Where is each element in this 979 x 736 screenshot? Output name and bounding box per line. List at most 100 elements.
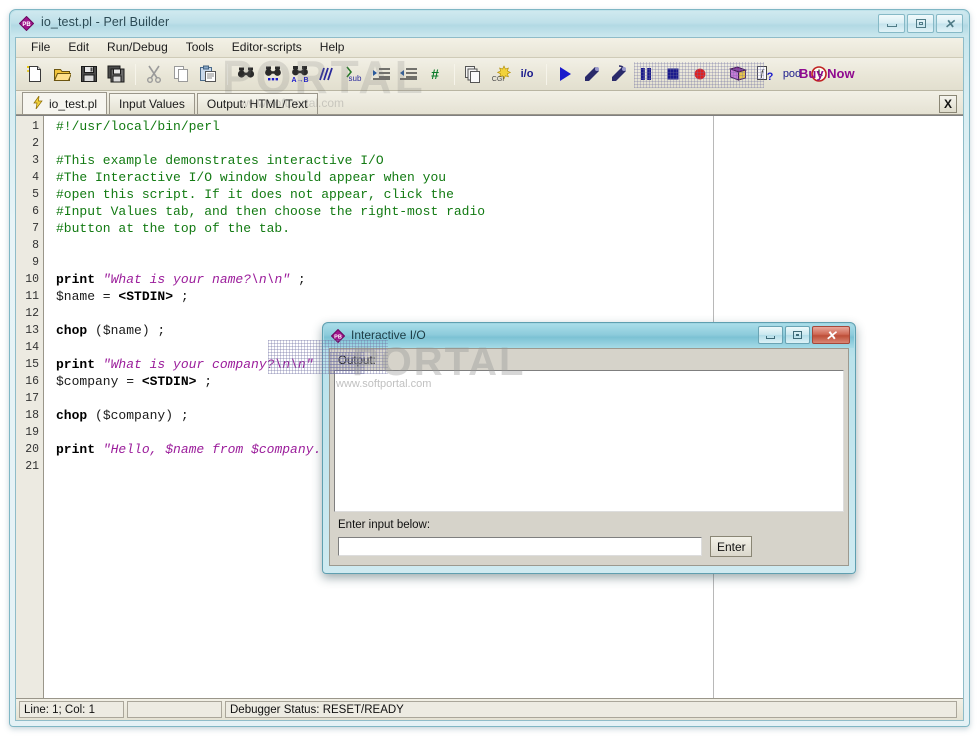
menu-run-debug[interactable]: Run/Debug: [98, 38, 177, 57]
menu-tools[interactable]: Tools: [177, 38, 223, 57]
line-number: 4: [32, 171, 39, 184]
dialog-maximize-button[interactable]: [785, 326, 810, 344]
code-token: "What is your company?\n\n": [102, 357, 314, 372]
find-icon[interactable]: [233, 61, 259, 87]
dialog-title: Interactive I/O: [351, 328, 426, 342]
tab-input-values[interactable]: Input Values: [109, 93, 195, 114]
maximize-button[interactable]: [907, 14, 934, 33]
perl-builder-icon: PB: [330, 328, 346, 344]
code-line: #The Interactive I/O window should appea…: [56, 169, 963, 186]
buy-now-link[interactable]: Buy Now: [799, 66, 855, 81]
indent-icon[interactable]: [368, 61, 394, 87]
line-number: 13: [25, 324, 39, 337]
window-title: io_test.pl - Perl Builder: [41, 15, 170, 29]
svg-text:sub: sub: [349, 74, 362, 83]
code-token: ($company) ;: [95, 408, 189, 423]
input-field[interactable]: [338, 537, 702, 556]
line-number: 14: [25, 341, 39, 354]
comment-icon[interactable]: [314, 61, 340, 87]
outdent-icon[interactable]: [395, 61, 421, 87]
menu-edit[interactable]: Edit: [59, 38, 98, 57]
stop-icon[interactable]: [660, 61, 686, 87]
duplicate-icon[interactable]: [460, 61, 486, 87]
perl-builder-icon: PB: [18, 15, 35, 32]
open-file-icon[interactable]: [49, 61, 75, 87]
line-number: 16: [25, 375, 39, 388]
output-text-area[interactable]: [334, 370, 844, 512]
copy-icon[interactable]: [168, 61, 194, 87]
record-breakpoint-icon[interactable]: [687, 61, 713, 87]
window-controls: ✕: [878, 14, 963, 33]
debugger-status: Debugger Status: RESET/READY: [225, 701, 957, 718]
menu-file[interactable]: File: [22, 38, 59, 57]
new-file-icon[interactable]: [22, 61, 48, 87]
line-number-gutter: 1 2 3 4 5 6 7 8 9 10 11 12 13 14 15 16 17 18 19 20 21: [16, 116, 44, 698]
run-icon[interactable]: [552, 61, 578, 87]
step-over-icon[interactable]: [579, 61, 605, 87]
code-token: ($name) ;: [95, 323, 166, 338]
tab-strip: io_test.pl Input Values Output: HTML/Tex…: [16, 91, 963, 115]
svg-text:PB: PB: [334, 335, 342, 341]
code-token: chop: [56, 323, 96, 338]
menu-help[interactable]: Help: [311, 38, 354, 57]
separator-5: [719, 63, 720, 85]
code-line: #This example demonstrates interactive I…: [56, 152, 963, 169]
pause-icon[interactable]: [633, 61, 659, 87]
code-line: print "What is your name?\n\n" ;: [56, 271, 963, 288]
save-all-icon[interactable]: [103, 61, 129, 87]
code-token: "What is your name?\n\n": [102, 272, 291, 287]
separator-2: [227, 63, 228, 85]
replace-icon[interactable]: A→B: [287, 61, 313, 87]
tab-close-button[interactable]: X: [939, 95, 957, 113]
find-next-icon[interactable]: [260, 61, 286, 87]
input-label: Enter input below:: [338, 519, 431, 531]
step-into-icon[interactable]: [606, 61, 632, 87]
code-token: print: [56, 442, 103, 457]
code-token: print: [56, 357, 103, 372]
enter-button[interactable]: Enter: [710, 536, 752, 557]
line-number: 12: [25, 307, 39, 320]
toolbar: A→B sub # CGI i/o f ? pod Buy Now: [16, 58, 963, 91]
interactive-io-dialog: PB Interactive I/O ✕ Output: Enter input…: [322, 322, 856, 574]
minimize-button[interactable]: [878, 14, 905, 33]
menu-editor-scripts[interactable]: Editor-scripts: [223, 38, 311, 57]
code-line: #!/usr/local/bin/perl: [56, 118, 963, 135]
function-help-icon[interactable]: f?: [752, 61, 778, 87]
help-book-icon[interactable]: [725, 61, 751, 87]
tab-output-html-text[interactable]: Output: HTML/Text: [196, 93, 318, 114]
output-label: Output:: [334, 353, 844, 370]
cut-icon[interactable]: [141, 61, 167, 87]
insert-sub-icon[interactable]: sub: [341, 61, 367, 87]
line-numbers-icon[interactable]: #: [422, 61, 448, 87]
close-button[interactable]: ✕: [936, 14, 963, 33]
line-number: 9: [32, 256, 39, 269]
code-token: <STDIN>: [141, 374, 197, 389]
paste-icon[interactable]: [195, 61, 221, 87]
title-bar[interactable]: PB io_test.pl - Perl Builder ✕: [11, 11, 968, 37]
code-token: <STDIN>: [118, 289, 174, 304]
line-number: 7: [32, 222, 39, 235]
code-token: $name =: [56, 289, 119, 304]
line-number: 21: [25, 460, 39, 473]
dialog-body: Output: Enter input below: Enter: [329, 348, 849, 566]
dialog-title-bar[interactable]: PB Interactive I/O ✕: [324, 324, 854, 348]
status-panel-empty: [127, 701, 222, 718]
dialog-minimize-button[interactable]: [758, 326, 783, 344]
separator-3: [454, 63, 455, 85]
code-line: #open this script. If it does not appear…: [56, 186, 963, 203]
cgi-wizard-icon[interactable]: CGI: [487, 61, 513, 87]
code-line: #button at the top of the tab.: [56, 220, 963, 237]
line-number: 19: [25, 426, 39, 439]
tab-io-test-pl[interactable]: io_test.pl: [22, 92, 108, 114]
code-token: #button at the top of the tab.: [56, 221, 291, 236]
svg-text:CGI: CGI: [492, 76, 505, 83]
code-token: ;: [290, 272, 306, 287]
tab-label: Input Values: [119, 97, 185, 111]
lightning-icon: [32, 94, 44, 112]
io-window-icon[interactable]: i/o: [514, 61, 540, 87]
save-file-icon[interactable]: [76, 61, 102, 87]
line-number: 6: [32, 205, 39, 218]
dialog-close-button[interactable]: ✕: [812, 326, 850, 344]
